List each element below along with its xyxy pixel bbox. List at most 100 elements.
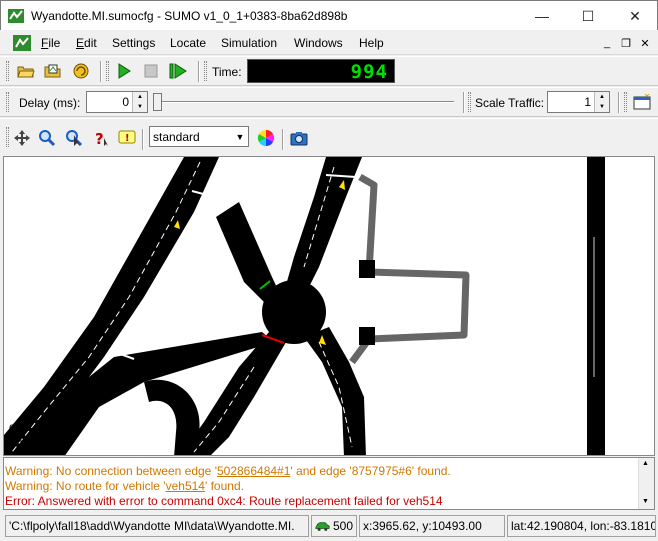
scroll-down-icon[interactable]: ▼	[642, 498, 649, 505]
edit-viewport-button[interactable]	[36, 127, 58, 149]
toolbar-separator	[463, 92, 465, 113]
color-wheel-icon	[257, 129, 275, 147]
color-scheme-select[interactable]: standard ▼	[149, 126, 249, 147]
toolbar-separator	[618, 92, 620, 113]
chevron-down-icon: ▼	[232, 127, 248, 146]
run-button[interactable]	[113, 60, 135, 82]
stop-button[interactable]	[140, 60, 162, 82]
open-folder-icon	[17, 66, 35, 78]
toolbar-grip[interactable]	[106, 61, 109, 81]
scroll-up-icon[interactable]: ▲	[642, 460, 649, 467]
delay-spinner[interactable]: 0 ▲ ▼	[86, 91, 148, 113]
message-panel: Warning: No connection between edge '502…	[3, 457, 655, 510]
menu-file[interactable]: File	[41, 36, 60, 50]
toolbar-grip[interactable]	[6, 61, 9, 81]
menu-locate[interactable]: Locate	[170, 36, 206, 50]
close-icon: ✕	[629, 7, 641, 24]
menu-edit[interactable]: Edit	[76, 36, 97, 50]
step-button[interactable]	[167, 60, 189, 82]
edge-link[interactable]: 502866484#1	[217, 464, 290, 478]
view-toolbar: ? !	[0, 118, 658, 155]
open-network-icon	[44, 64, 61, 78]
junction-upper	[359, 260, 375, 278]
menu-bar: File Edit Settings Locate Simulation Win…	[0, 31, 658, 55]
toolbar-separator	[100, 61, 102, 82]
locate-icon	[66, 130, 83, 147]
menu-simulation[interactable]: Simulation	[221, 36, 277, 50]
title-bar: Wyandotte.MI.sumocfg - SUMO v1_0_1+0383-…	[0, 0, 658, 30]
time-display: 994	[247, 59, 395, 83]
open-network-button[interactable]	[42, 60, 64, 82]
window-title: Wyandotte.MI.sumocfg - SUMO v1_0_1+0383-…	[31, 9, 348, 23]
car-icon	[315, 522, 330, 531]
color-scheme-value: standard	[153, 130, 200, 144]
toolbar-grip[interactable]	[6, 127, 9, 147]
sumo-doc-icon	[13, 35, 31, 51]
road-diag-upper	[216, 202, 279, 307]
stop-icon	[144, 64, 158, 78]
spinner-arrows-icon[interactable]: ▲ ▼	[132, 92, 147, 112]
reload-icon	[73, 63, 89, 79]
status-bar: 'C:\flpoly\fall18\add\Wyandotte MI\data\…	[0, 511, 658, 541]
vehicle-count-value: 500	[332, 519, 353, 533]
magnifier-icon	[39, 130, 56, 147]
road-south-east	[304, 327, 366, 455]
road-loop	[144, 379, 200, 455]
minimize-icon: —	[535, 8, 549, 24]
delay-slider-thumb[interactable]	[153, 93, 162, 111]
time-value: 994	[350, 61, 388, 83]
open-simulation-button[interactable]	[15, 60, 37, 82]
delay-value: 0	[122, 95, 129, 109]
mdi-minimize-button[interactable]: _	[599, 35, 615, 51]
tooltip-toggle-button[interactable]: !	[116, 127, 138, 149]
new-view-button[interactable]	[631, 91, 653, 113]
help-button[interactable]: ?	[90, 127, 112, 149]
svg-text:!: !	[125, 133, 130, 144]
status-latlon: lat:42.190804, lon:-83.18107	[507, 515, 656, 537]
svg-text:?: ?	[95, 130, 104, 147]
map-canvas[interactable]: 0 10	[3, 156, 655, 456]
menu-settings[interactable]: Settings	[112, 36, 155, 50]
delay-slider-track[interactable]	[160, 101, 454, 103]
maximize-button[interactable]: ☐	[565, 1, 611, 31]
camera-icon	[290, 132, 308, 146]
minimize-button[interactable]: —	[519, 1, 565, 31]
toolbar-grip[interactable]	[468, 92, 471, 112]
delay-label: Delay (ms):	[19, 96, 81, 110]
time-label: Time:	[212, 65, 242, 79]
toolbar-grip[interactable]	[6, 92, 9, 112]
new-window-icon	[633, 94, 651, 110]
maximize-icon: ☐	[581, 7, 595, 24]
spinner-arrows-icon[interactable]: ▲ ▼	[594, 92, 609, 112]
status-path: 'C:\flpoly\fall18\add\Wyandotte MI\data\…	[5, 515, 309, 537]
play-icon	[118, 63, 131, 79]
locate-button[interactable]	[63, 127, 85, 149]
scale-label-10: 10	[36, 423, 48, 435]
reload-button[interactable]	[70, 60, 92, 82]
recenter-view-button[interactable]	[11, 127, 33, 149]
road-network[interactable]: 0 10	[4, 157, 655, 456]
scale-traffic-spinner[interactable]: 1 ▲ ▼	[547, 91, 610, 113]
vehicle-count[interactable]: 500	[311, 515, 357, 537]
mdi-restore-button[interactable]: ❐	[618, 35, 634, 51]
toolbar-grip[interactable]	[204, 61, 207, 81]
junction-lower	[359, 327, 375, 345]
edit-coloring-button[interactable]	[255, 127, 277, 149]
screenshot-button[interactable]	[288, 127, 310, 149]
toolbar-grip[interactable]	[624, 92, 627, 112]
message-scrollbar[interactable]: ▲ ▼	[638, 458, 654, 509]
main-roads	[4, 157, 605, 455]
menu-help[interactable]: Help	[359, 36, 384, 50]
toolbar-separator	[142, 129, 144, 150]
sumo-app-icon	[8, 9, 24, 23]
menu-windows[interactable]: Windows	[294, 36, 343, 50]
scale-traffic-value: 1	[584, 95, 591, 109]
mdi-close-button[interactable]: ✕	[637, 35, 653, 51]
message-warning-route: Warning: No route for vehicle 'veh514' f…	[5, 479, 244, 493]
road-north-east	[284, 157, 362, 297]
message-error: Error: Answered with error to command 0x…	[5, 494, 443, 508]
close-button[interactable]: ✕	[612, 1, 658, 31]
vehicle-link[interactable]: veh514	[166, 479, 205, 493]
scale-traffic-label: Scale Traffic:	[475, 96, 545, 110]
help-icon: ?	[95, 130, 108, 147]
